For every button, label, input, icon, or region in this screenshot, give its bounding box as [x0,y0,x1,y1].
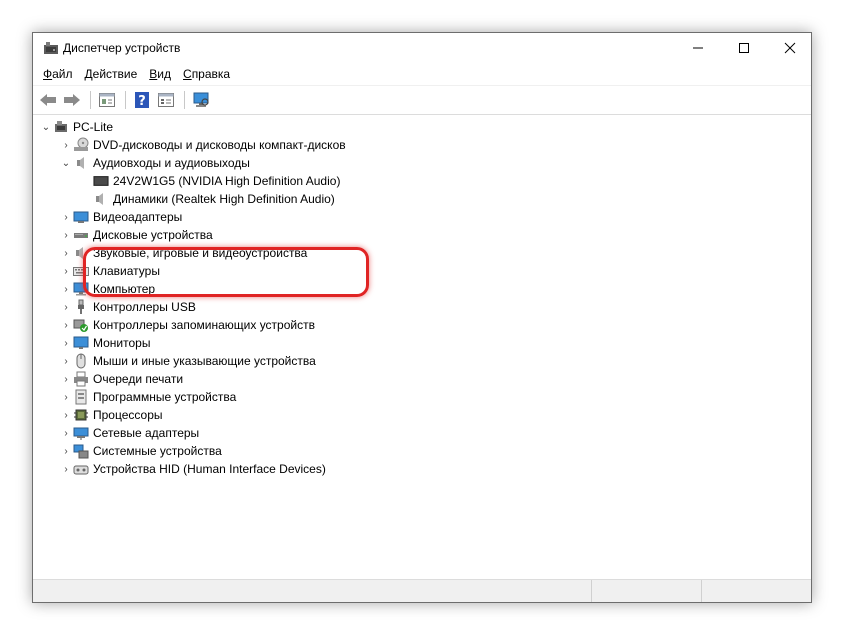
toolbar: ? [33,85,811,115]
usb-icon [73,299,89,315]
monitor-icon [73,335,89,351]
device-manager-window: Диспетчер устройств Файл Действие Вид Сп… [32,32,812,603]
menu-bar: Файл Действие Вид Справка [33,63,811,85]
tree-item-disk-drives[interactable]: › Дисковые устройства [59,226,212,244]
tree-item-realtek-speakers[interactable]: Динамики (Realtek High Definition Audio) [93,190,335,208]
maximize-button[interactable] [721,33,767,63]
tree-item-hid[interactable]: › Устройства HID (Human Interface Device… [59,460,326,478]
tree-root[interactable]: ⌄ PC-Lite [39,118,113,136]
collapsed-chevron-icon[interactable]: › [59,388,73,406]
speaker-icon [93,191,109,207]
toolbar-separator [184,91,185,109]
tree-item-display-adapters[interactable]: › Видеоадаптеры [59,208,182,226]
maximize-icon [739,43,749,53]
dvd-drive-icon [73,137,89,153]
tree-root-label: PC-Lite [73,120,114,134]
forward-arrow-icon [64,94,80,106]
computer-root-icon [53,119,69,135]
tree-item-nvidia-audio[interactable]: 24V2W1G5 (NVIDIA High Definition Audio) [93,172,340,190]
collapsed-chevron-icon[interactable]: › [59,298,73,316]
collapsed-chevron-icon[interactable]: › [59,316,73,334]
monitor-audio-icon [93,173,109,189]
collapsed-chevron-icon[interactable]: › [59,280,73,298]
tree-item-audio-io[interactable]: ⌄ Аудиовходы и аудиовыходы [59,154,250,172]
storage-controller-icon [73,317,89,333]
collapsed-chevron-icon[interactable]: › [59,244,73,262]
collapsed-chevron-icon[interactable]: › [59,352,73,370]
collapsed-chevron-icon[interactable]: › [59,334,73,352]
collapsed-chevron-icon[interactable]: › [59,460,73,478]
processor-icon [73,407,89,423]
close-button[interactable] [767,33,813,63]
device-manager-app-icon [44,42,58,54]
toolbar-separator [125,91,126,109]
system-device-icon [73,443,89,459]
view-button[interactable] [155,89,177,111]
close-icon [784,42,796,54]
red-highlight-annotation [83,247,369,297]
tree-item-dvd[interactable]: › DVD-дисководы и дисководы компакт-диск… [59,136,346,154]
menu-help[interactable]: Справка [177,64,236,84]
mouse-icon [73,353,89,369]
menu-file[interactable]: Файл [37,64,79,84]
scan-hardware-icon [193,92,209,107]
help-button[interactable]: ? [131,89,153,111]
view-icon [158,93,174,107]
minimize-icon [693,47,703,49]
back-arrow-icon [40,94,56,106]
svg-text:?: ? [138,94,146,108]
window-title: Диспетчер устройств [63,41,181,55]
tree-item-network-adapters[interactable]: › Сетевые адаптеры [59,424,199,442]
menu-view[interactable]: Вид [143,64,177,84]
properties-button[interactable] [96,89,118,111]
collapsed-chevron-icon[interactable]: › [59,406,73,424]
collapsed-chevron-icon[interactable]: › [59,262,73,280]
tree-item-system-devices[interactable]: › Системные устройства [59,442,222,460]
tree-item-processors[interactable]: › Процессоры [59,406,162,424]
network-adapter-icon [73,425,89,441]
device-tree: ⌄ PC-Lite › DVD-дисководы и дисководы ко… [33,115,811,580]
expanded-chevron-icon[interactable]: ⌄ [59,154,73,172]
toolbar-separator [90,91,91,109]
scan-hardware-button[interactable] [190,89,212,111]
status-divider [591,580,592,602]
tree-item-mice[interactable]: › Мыши и иные указывающие устройства [59,352,316,370]
collapsed-chevron-icon[interactable]: › [59,226,73,244]
minimize-button[interactable] [675,33,721,63]
collapsed-chevron-icon[interactable]: › [59,442,73,460]
audio-io-icon [73,155,89,171]
hid-icon [73,461,89,477]
collapsed-chevron-icon[interactable]: › [59,136,73,154]
tree-item-software-devices[interactable]: › Программные устройства [59,388,236,406]
tree-item-monitors[interactable]: › Мониторы [59,334,150,352]
status-bar [33,579,811,602]
properties-icon [99,93,115,107]
status-divider [701,580,702,602]
expanded-chevron-icon[interactable]: ⌄ [39,118,53,136]
help-icon: ? [135,92,149,108]
menu-action[interactable]: Действие [79,64,144,84]
collapsed-chevron-icon[interactable]: › [59,208,73,226]
collapsed-chevron-icon[interactable]: › [59,424,73,442]
software-device-icon [73,389,89,405]
tree-item-print-queues[interactable]: › Очереди печати [59,370,183,388]
forward-button[interactable] [61,89,83,111]
tree-item-storage-controllers[interactable]: › Контроллеры запоминающих устройств [59,316,315,334]
title-bar: Диспетчер устройств [33,33,811,63]
collapsed-chevron-icon[interactable]: › [59,370,73,388]
tree-item-usb[interactable]: › Контроллеры USB [59,298,196,316]
disk-drive-icon [73,227,89,243]
printer-icon [73,371,89,387]
back-button[interactable] [37,89,59,111]
display-adapter-icon [73,209,89,225]
